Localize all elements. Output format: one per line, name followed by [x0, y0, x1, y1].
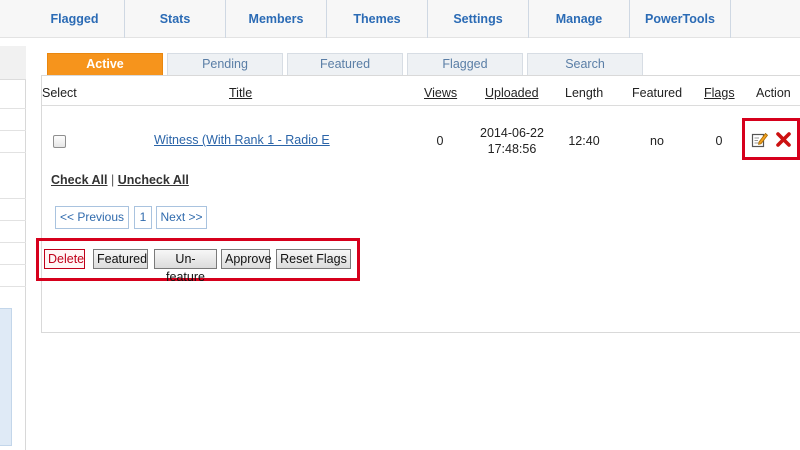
approve-button[interactable]: Approve	[221, 249, 272, 269]
sidebar-divider	[0, 264, 26, 265]
tab-active[interactable]: Active	[47, 53, 163, 75]
sidebar-active-item[interactable]	[0, 308, 12, 446]
row-select-checkbox[interactable]	[53, 135, 66, 148]
selection-links: Check All | Uncheck All	[51, 173, 189, 187]
flags-cell: 0	[715, 134, 723, 148]
uncheck-all-link[interactable]: Uncheck All	[118, 173, 189, 187]
nav-item-stats[interactable]: Stats	[125, 0, 226, 38]
unfeature-button[interactable]: Un-feature	[154, 249, 217, 284]
feature-button[interactable]: Featured	[93, 249, 148, 269]
page-number-button[interactable]: 1	[134, 206, 152, 229]
nav-item-members[interactable]: Members	[226, 0, 327, 38]
edit-icon[interactable]	[751, 131, 768, 148]
next-page-button[interactable]: Next >>	[156, 206, 207, 229]
previous-page-button[interactable]: << Previous	[55, 206, 129, 229]
tab-pending[interactable]: Pending	[167, 53, 283, 75]
delete-button[interactable]: Delete	[44, 249, 85, 269]
top-navigation: Flagged Stats Members Themes Settings Ma…	[0, 0, 800, 38]
column-header-select: Select	[42, 86, 77, 100]
sidebar-divider	[0, 286, 26, 287]
sidebar	[0, 46, 26, 450]
column-header-featured: Featured	[632, 86, 683, 100]
nav-item-powertools[interactable]: PowerTools	[630, 0, 731, 38]
nav-item-manage[interactable]: Manage	[529, 0, 630, 38]
sidebar-divider	[0, 198, 26, 199]
column-header-length: Length	[565, 86, 604, 100]
selection-separator: |	[111, 173, 115, 187]
column-header-views[interactable]: Views	[424, 86, 457, 100]
delete-icon[interactable]	[775, 131, 792, 148]
nav-item-flagged[interactable]: Flagged	[25, 0, 125, 38]
tab-flagged[interactable]: Flagged	[407, 53, 523, 75]
sidebar-divider	[0, 108, 26, 109]
sidebar-divider	[0, 242, 26, 243]
video-title-link[interactable]: Witness (With Rank 1 - Radio E	[154, 133, 330, 147]
featured-cell: no	[650, 134, 664, 148]
sidebar-divider	[0, 130, 26, 131]
uploaded-date-cell: 2014-06-22	[480, 126, 544, 140]
length-cell: 12:40	[568, 134, 600, 148]
column-header-action: Action	[756, 86, 791, 100]
reset-flags-button[interactable]: Reset Flags	[276, 249, 351, 269]
tab-search[interactable]: Search	[527, 53, 643, 75]
tab-featured[interactable]: Featured	[287, 53, 403, 75]
column-header-title[interactable]: Title	[229, 86, 252, 100]
header-divider	[42, 105, 800, 106]
sidebar-divider	[0, 152, 26, 153]
sidebar-divider	[0, 220, 26, 221]
column-header-uploaded[interactable]: Uploaded	[485, 86, 539, 100]
videos-panel	[41, 75, 800, 333]
check-all-link[interactable]: Check All	[51, 173, 108, 187]
nav-item-themes[interactable]: Themes	[327, 0, 428, 38]
views-cell: 0	[436, 134, 444, 148]
uploaded-time-cell: 17:48:56	[487, 142, 537, 156]
sidebar-header	[0, 46, 26, 80]
nav-item-settings[interactable]: Settings	[428, 0, 529, 38]
column-header-flags[interactable]: Flags	[704, 86, 735, 100]
